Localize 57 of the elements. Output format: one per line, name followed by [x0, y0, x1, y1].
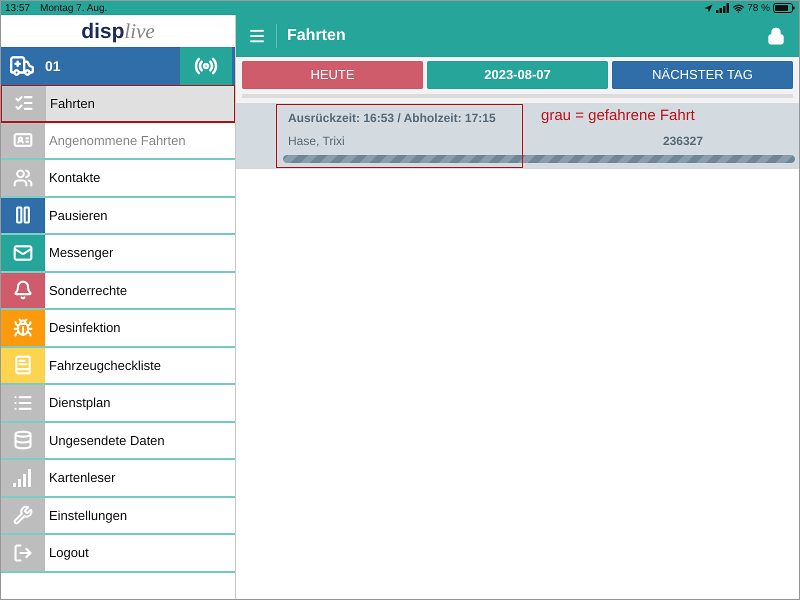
- menu-button[interactable]: [248, 24, 277, 48]
- bug-icon: [13, 318, 33, 338]
- lock-button[interactable]: [767, 27, 785, 45]
- menu-item[interactable]: Logout: [1, 535, 235, 572]
- signal-icon: [716, 3, 730, 13]
- trip-card[interactable]: Ausrückzeit: 16:53 / Abholzeit: 17:15 Hase, Trixi 236327 grau = gefahrene Fahrt: [236, 103, 799, 169]
- menu-label: Dienstplan: [49, 394, 110, 412]
- menu-label: Angenommene Fahrten: [49, 132, 186, 150]
- patient-name: Hase, Trixi: [288, 133, 345, 150]
- wifi-icon: [733, 2, 744, 14]
- lock-icon: [767, 27, 785, 45]
- menu-label: Ungesendete Daten: [49, 432, 165, 450]
- annotation-text: grau = gefahrene Fahrt: [541, 106, 695, 126]
- trip-number: 236327: [662, 133, 703, 150]
- vehicle-number: 01: [45, 56, 61, 76]
- logout-icon: [13, 542, 33, 563]
- menu-item[interactable]: Messenger: [1, 235, 235, 272]
- menu-item[interactable]: Dienstplan: [1, 385, 235, 422]
- menu-item[interactable]: Kartenleser: [1, 460, 235, 498]
- menu-label: Kontakte: [49, 169, 100, 187]
- menu-item[interactable]: Einstellungen: [1, 498, 235, 535]
- location-icon: [704, 4, 714, 12]
- menu-item[interactable]: Kontakte: [1, 160, 235, 198]
- people-icon: [13, 168, 33, 188]
- menu-item[interactable]: Fahrten: [1, 85, 235, 122]
- book-icon: [13, 355, 33, 376]
- menu-label: Messenger: [49, 244, 114, 262]
- envelope-icon: [13, 242, 33, 263]
- signal-bars-icon: [13, 468, 33, 487]
- menu-label: Fahrten: [50, 94, 95, 112]
- menu-label: Kartenleser: [49, 469, 116, 487]
- menu-icon: [248, 27, 266, 45]
- pause-icon: [13, 205, 33, 226]
- menu-item[interactable]: Ungesendete Daten: [1, 422, 235, 460]
- menu-item[interactable]: Pausieren: [1, 198, 235, 235]
- menu-label: Pausieren: [49, 206, 108, 224]
- date-text: Montag 7. Aug.: [40, 2, 108, 16]
- clock-text: 13:57: [5, 2, 30, 16]
- database-icon: [13, 430, 33, 450]
- menu-label: Logout: [49, 544, 89, 562]
- menu-label: Desinfektion: [49, 319, 121, 337]
- page-title: Fahrten: [287, 26, 346, 46]
- wrench-icon: [13, 505, 33, 526]
- logo: displive: [81, 20, 155, 42]
- menu-item[interactable]: Desinfektion: [1, 310, 235, 348]
- menu-item[interactable]: Fahrzeugcheckliste: [1, 348, 235, 385]
- day-button[interactable]: NÄCHSTER TAG: [612, 61, 793, 89]
- menu-label: Sonderrechte: [49, 282, 128, 300]
- battery-text: 78 %: [747, 2, 770, 16]
- trip-times: Ausrückzeit: 16:53 / Abholzeit: 17:15: [288, 110, 496, 127]
- ambulance-icon: [9, 53, 35, 79]
- menu-item[interactable]: Sonderrechte: [1, 272, 235, 310]
- battery-icon: [773, 3, 795, 13]
- menu-label: Einstellungen: [49, 506, 128, 525]
- menu-label: Fahrzeugcheckliste: [49, 356, 161, 375]
- bell-icon: [13, 280, 33, 300]
- day-button[interactable]: HEUTE: [242, 61, 423, 89]
